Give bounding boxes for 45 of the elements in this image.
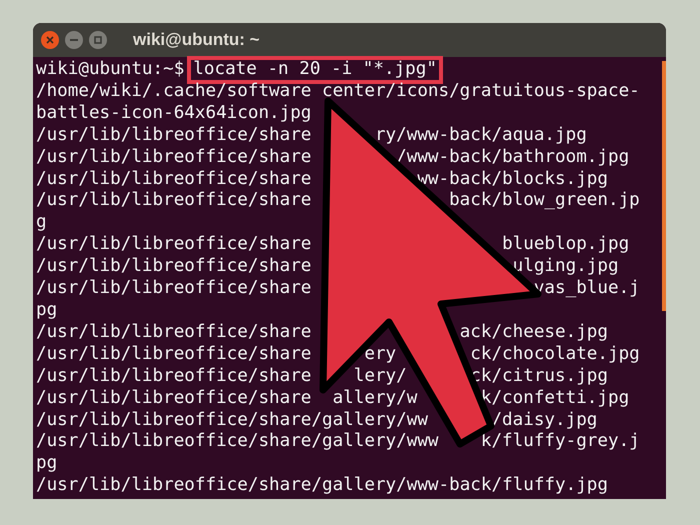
output-text: /usr/lib/libreoffice/share/gallery/www bbox=[36, 431, 439, 454]
output-text: /usr/lib/libreoffice/share bbox=[36, 146, 312, 169]
output-text: pg bbox=[36, 300, 58, 322]
output-text: /usr/lib/libreoffice/share bbox=[36, 278, 312, 300]
output-text: /usr/lib/libreoffice/share bbox=[36, 168, 312, 190]
command-text: locate -n 20 -i "*.jpg" bbox=[190, 59, 440, 81]
output-text: ww-back/blocks.jpg bbox=[417, 168, 608, 190]
output-text: back/blow_green.jp bbox=[449, 190, 640, 212]
output-text: g bbox=[36, 212, 47, 234]
close-icon bbox=[46, 36, 54, 44]
output-text: battles-icon-64x64icon.jpg bbox=[36, 102, 312, 125]
output-text: ulging.jpg bbox=[512, 256, 619, 278]
output-text: ack/cheese.jpg bbox=[460, 322, 608, 344]
minimize-button[interactable] bbox=[65, 31, 83, 49]
output-text: /usr/lib/libreoffice/share/gallery/www-back/fluffy.jpg bbox=[36, 475, 608, 498]
output-text: /usr/lib/libreoffice/share/gallery/ww bbox=[36, 410, 428, 432]
maximize-button[interactable] bbox=[89, 31, 107, 49]
output-text: /usr/lib/libreoffice/share bbox=[36, 124, 312, 147]
output-text: /www-back/bathroom.jpg bbox=[396, 146, 630, 169]
output-text: ck/chocolate.jpg bbox=[470, 344, 640, 366]
output-text: /usr/lib/libreoffice/share bbox=[36, 190, 312, 212]
output-text: k/confetti.jpg bbox=[480, 388, 630, 410]
output-text: /usr/lib/libreoffice/share bbox=[36, 344, 312, 366]
output-text: /home/wiki/.cache/software bbox=[36, 80, 312, 103]
output-text: /usr/lib/libreoffice/share bbox=[36, 388, 312, 410]
output-text: k/fluffy-grey.j bbox=[480, 431, 640, 454]
output-text: ry/www-back/aqua.jpg bbox=[374, 124, 587, 147]
minimize-icon bbox=[70, 39, 78, 41]
output-text: allery/w bbox=[332, 388, 418, 410]
output-text: /daisy.jpg bbox=[491, 410, 598, 432]
output-text: vas_blue.j bbox=[534, 278, 640, 300]
window-title: wiki@ubuntu: ~ bbox=[133, 29, 260, 52]
output-text: /usr/lib/libreoffice/share bbox=[36, 322, 312, 344]
maximize-icon bbox=[94, 36, 102, 44]
output-text: /usr/lib/libreoffice/share bbox=[36, 366, 312, 388]
output-text: lery/ bbox=[354, 366, 407, 388]
output-text: blueblop.jpg bbox=[502, 234, 630, 256]
output-text: /usr/lib/libreoffice/share bbox=[36, 234, 312, 256]
output-text: ck/citrus.jpg bbox=[470, 366, 608, 388]
output-text: ery bbox=[364, 344, 396, 366]
shell-prompt: wiki@ubuntu:~$ bbox=[36, 59, 184, 81]
output-text: pg bbox=[36, 453, 58, 476]
output-text: /usr/lib/libreoffice/share bbox=[36, 256, 312, 278]
close-button[interactable] bbox=[41, 31, 59, 49]
output-text: center/icons/gratuitous-space- bbox=[322, 80, 640, 103]
